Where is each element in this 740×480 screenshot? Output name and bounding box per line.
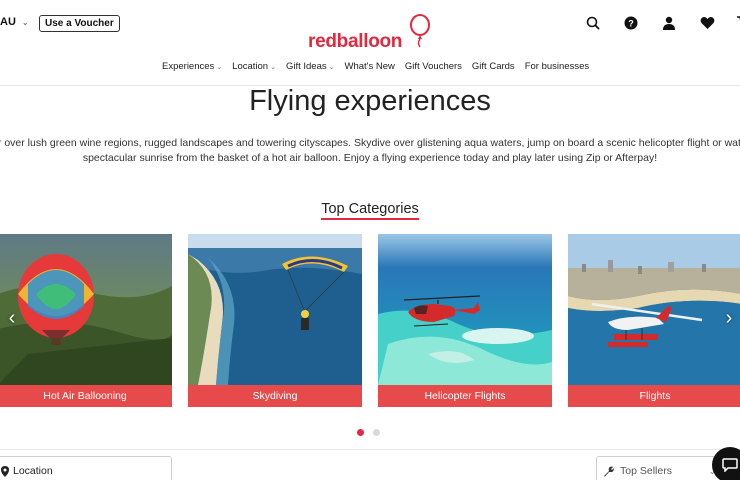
carousel-prev-arrow-icon[interactable]: ‹	[2, 306, 22, 330]
carousel-dot[interactable]	[373, 429, 380, 436]
carousel-dot-active[interactable]	[357, 429, 364, 436]
nav-item-label: Gift Cards	[471, 61, 515, 72]
help-glyph: ?	[628, 19, 634, 29]
description-line: Soar over lush green wine regions, rugge…	[0, 137, 740, 149]
nav-item-experiences[interactable]: Experiences ⌄	[162, 61, 222, 72]
page-description: Soar over lush green wine regions, rugge…	[0, 136, 740, 166]
skydiving-image	[188, 234, 362, 385]
search-icon[interactable]	[574, 14, 612, 32]
cart-icon[interactable]	[726, 14, 740, 32]
redballoon-logo[interactable]: redballoon	[308, 13, 430, 53]
logo-text: redballoon	[308, 31, 403, 52]
site-header: AU ⌄ Use a Voucher redballoon ? Experien…	[0, 0, 740, 86]
location-filter[interactable]: Location	[0, 456, 172, 480]
nav-item-label: What's New	[344, 61, 395, 72]
header-icon-bar: ?	[574, 14, 740, 32]
account-icon[interactable]	[650, 14, 688, 32]
category-label: Hot Air Ballooning	[0, 385, 172, 407]
helicopter-over-reef-image	[378, 234, 552, 385]
nav-item-label: For businesses	[524, 61, 590, 72]
category-carousel: Hot Air Ballooning Skydiving Helicopter …	[0, 234, 740, 407]
seaplane-over-bay-image	[568, 234, 740, 385]
nav-item-label: Gift Vouchers	[404, 61, 462, 72]
wrench-icon	[604, 466, 614, 477]
top-categories-heading: Top Categories	[0, 200, 740, 220]
chevron-down-icon: ⌄	[21, 17, 29, 27]
location-filter-label: Location	[13, 465, 53, 477]
nav-item-label: Gift Ideas	[285, 61, 327, 72]
carousel-next-arrow-icon[interactable]: ›	[719, 306, 739, 330]
category-card-skydiving[interactable]: Skydiving	[188, 234, 362, 407]
nav-item-location[interactable]: Location ⌄	[232, 61, 276, 72]
chevron-down-icon: ⌄	[328, 63, 335, 71]
hot-air-balloon-image	[0, 234, 172, 385]
region-label: AU	[0, 16, 16, 28]
page-title: Flying experiences	[249, 85, 491, 117]
nav-item-whats-new[interactable]: What's New	[345, 61, 395, 72]
sort-select-value: Top Sellers	[620, 465, 672, 477]
chevron-down-icon: ⌄	[270, 63, 276, 71]
category-card-hot-air-ballooning[interactable]: Hot Air Ballooning	[0, 234, 172, 407]
section-divider	[0, 449, 740, 450]
nav-item-gift-cards[interactable]: Gift Cards	[472, 61, 515, 72]
category-card-flights[interactable]: Flights	[568, 234, 740, 407]
category-label: Skydiving	[188, 385, 362, 407]
region-selector[interactable]: AU ⌄	[0, 16, 29, 28]
nav-item-gift-ideas[interactable]: Gift Ideas ⌄	[286, 61, 335, 72]
sort-select[interactable]: Top Sellers ⌄	[596, 456, 724, 480]
description-line: spectacular sunrise from the basket of a…	[82, 152, 658, 164]
nav-item-label: Experiences	[162, 61, 215, 72]
use-voucher-button[interactable]: Use a Voucher	[39, 15, 120, 32]
wishlist-heart-icon[interactable]	[688, 14, 726, 32]
category-label: Flights	[568, 385, 740, 407]
chevron-down-icon: ⌄	[216, 63, 223, 71]
category-card-helicopter-flights[interactable]: Helicopter Flights	[378, 234, 552, 407]
main-nav: Experiences ⌄ Location ⌄ Gift Ideas ⌄ Wh…	[162, 61, 589, 72]
nav-item-for-businesses[interactable]: For businesses	[525, 61, 589, 72]
section-heading-text: Top Categories	[321, 201, 419, 220]
carousel-pagination	[357, 429, 380, 436]
nav-item-label: Location	[232, 61, 269, 72]
chat-icon[interactable]	[712, 447, 740, 480]
help-icon[interactable]: ?	[612, 14, 650, 32]
category-label: Helicopter Flights	[378, 385, 552, 407]
location-pin-icon	[1, 465, 9, 477]
nav-item-gift-vouchers[interactable]: Gift Vouchers	[405, 61, 462, 72]
balloon-logo-icon	[410, 14, 430, 48]
